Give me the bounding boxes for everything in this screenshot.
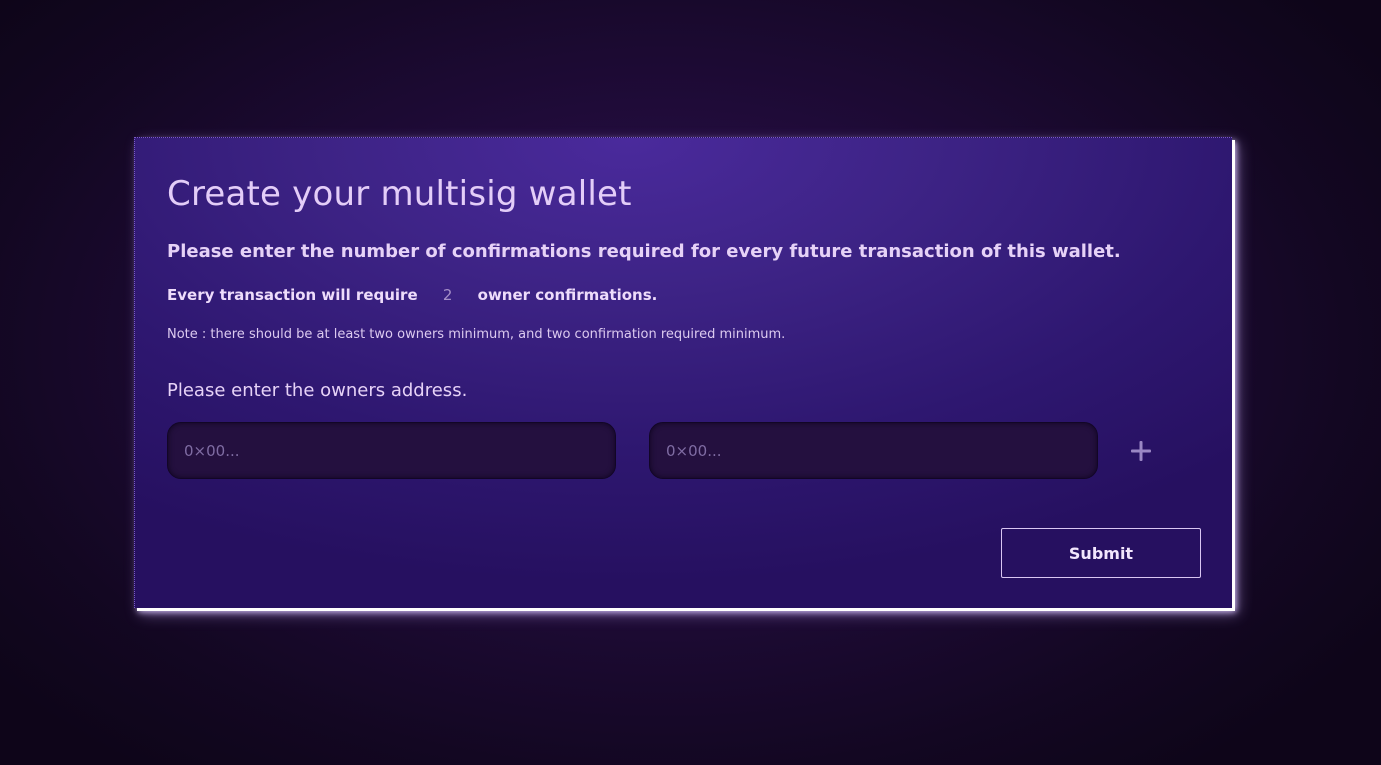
create-wallet-panel: Create your multisig wallet Please enter… — [134, 137, 1232, 608]
confirmations-suffix-label: owner confirmations. — [477, 286, 658, 304]
owners-note: Note : there should be at least two owne… — [167, 327, 786, 342]
confirmations-instruction: Please enter the number of confirmations… — [167, 241, 1121, 262]
owners-heading: Please enter the owners address. — [167, 380, 468, 401]
owner-address-input-1[interactable] — [167, 422, 616, 479]
add-owner-button[interactable] — [1127, 437, 1155, 465]
page-title: Create your multisig wallet — [167, 174, 632, 214]
confirmations-count-input[interactable] — [425, 286, 470, 304]
owner-address-input-2[interactable] — [649, 422, 1098, 479]
confirmations-prefix-label: Every transaction will require — [167, 286, 418, 304]
submit-button[interactable]: Submit — [1001, 528, 1201, 578]
plus-icon — [1131, 441, 1151, 461]
confirmations-row: Every transaction will require owner con… — [167, 286, 657, 304]
